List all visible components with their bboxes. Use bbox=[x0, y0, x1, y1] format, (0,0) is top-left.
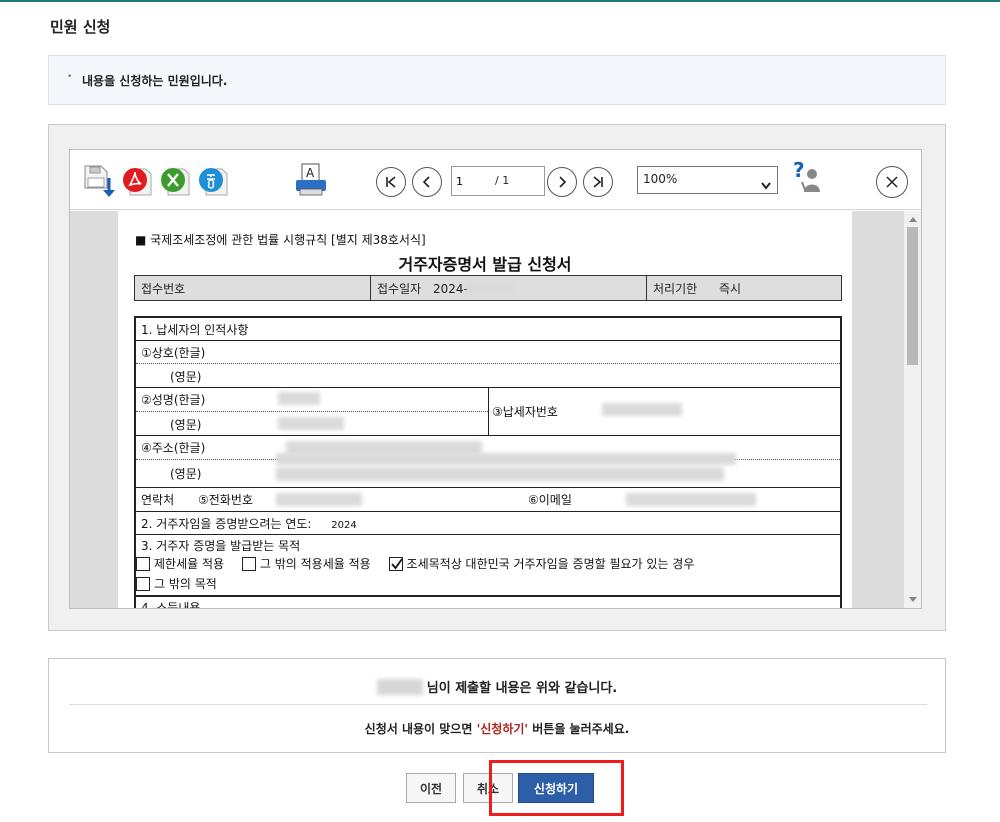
save-download-icon[interactable] bbox=[82, 164, 116, 204]
redacted-text bbox=[278, 392, 320, 405]
help-question-mark: ? bbox=[793, 158, 805, 182]
summary-confirm-line: 님이 제출할 내용은 위와 같습니다. bbox=[49, 677, 945, 696]
section-2-row: 2. 거주자임을 증명받으려는 연도: 2024 bbox=[136, 512, 840, 535]
excel-export-icon[interactable] bbox=[160, 165, 190, 201]
contact-row: 연락처 ⑤전화번호 ⑥이메일 bbox=[136, 488, 840, 512]
notice-bullet: • bbox=[67, 72, 73, 82]
purpose-label-reduced-rate: 제한세율 적용 bbox=[154, 557, 225, 571]
submission-summary: 님이 제출할 내용은 위와 같습니다. 신청서 내용이 맞으면 '신청하기' 버… bbox=[48, 658, 946, 753]
page-number-box: / 1 bbox=[451, 166, 545, 196]
summary-confirm-text: 님이 제출할 내용은 위와 같습니다. bbox=[426, 681, 618, 696]
taxpayer-number-label: ③납세자번호 bbox=[492, 405, 558, 419]
prev-page-icon[interactable] bbox=[412, 167, 442, 197]
receipt-header-row: 접수번호 접수일자 2024- 처리기한 즉시 bbox=[134, 275, 842, 301]
scroll-down-arrow-icon[interactable] bbox=[909, 597, 917, 602]
document-scrollbar[interactable] bbox=[904, 211, 921, 608]
processing-period-label: 처리기한 bbox=[653, 282, 698, 296]
close-icon[interactable] bbox=[876, 166, 908, 198]
chevron-down-icon bbox=[761, 175, 771, 194]
previous-button[interactable]: 이전 bbox=[406, 773, 456, 803]
receipt-number-label: 접수번호 bbox=[135, 276, 371, 300]
page-title: 민원 신청 bbox=[50, 18, 111, 36]
pdf-export-icon[interactable] bbox=[122, 165, 152, 201]
processing-period-cell: 처리기한 즉시 bbox=[647, 276, 841, 300]
purpose-other-row: 그 밖의 목적 bbox=[136, 575, 217, 592]
company-english-label: (영문) bbox=[136, 364, 840, 388]
first-page-icon[interactable] bbox=[376, 167, 406, 197]
scroll-thumb[interactable] bbox=[907, 227, 918, 365]
form-law-reference: ■ 국제조세조정에 관한 법률 시행규칙 [별지 제38호서식] bbox=[135, 233, 426, 247]
document-viewer: A / 1 bbox=[69, 149, 922, 609]
receipt-date-label: 접수일자 bbox=[377, 282, 422, 296]
redacted-applicant-name bbox=[376, 679, 423, 695]
name-row: ②성명(한글) (영문) ③납세자번호 bbox=[136, 388, 840, 436]
last-page-icon[interactable] bbox=[583, 167, 613, 197]
purpose-checkbox-reduced-rate[interactable] bbox=[136, 557, 150, 571]
zoom-select[interactable]: 100% bbox=[637, 166, 778, 194]
document-viewer-frame: A / 1 bbox=[48, 124, 946, 631]
target-year: 2024 bbox=[331, 520, 357, 531]
summary-divider bbox=[69, 704, 927, 705]
zoom-value: 100% bbox=[643, 172, 678, 186]
processing-period-value: 즉시 bbox=[719, 282, 742, 296]
purpose-checkbox-other-rate[interactable] bbox=[241, 557, 256, 571]
svg-text:A: A bbox=[306, 166, 315, 180]
purpose-label-other: 그 밖의 목적 bbox=[154, 577, 217, 591]
notice-box: • 내용을 신청하는 민원입니다. bbox=[48, 55, 946, 105]
purpose-checkbox-tax-residency[interactable] bbox=[388, 557, 403, 571]
section-1-heading: 1. 납세자의 인적사항 bbox=[136, 318, 840, 341]
redacted-text bbox=[602, 403, 682, 416]
redacted-text bbox=[276, 467, 724, 481]
name-row-divider bbox=[488, 388, 489, 436]
viewer-toolbar: A / 1 bbox=[70, 150, 921, 210]
section-3-heading: 3. 거주자 증명을 발급받는 목적 bbox=[141, 539, 301, 553]
receipt-date-cell: 접수일자 2024- bbox=[371, 276, 647, 300]
highlight-box bbox=[489, 760, 624, 816]
purpose-label-tax-residency: 조세목적상 대한민국 거주자임을 증명할 필요가 있는 경우 bbox=[406, 557, 695, 571]
applicant-info-table: 1. 납세자의 인적사항 ①상호(한글) (영문) ②성명(한글) (영문) ③… bbox=[134, 316, 842, 608]
print-icon[interactable]: A bbox=[292, 162, 330, 202]
purpose-label-other-rate: 그 밖의 적용세율 적용 bbox=[259, 557, 371, 571]
purpose-options-row: 제한세율 적용 그 밖의 적용세율 적용 조세목적상 대한민국 거주자임을 증명… bbox=[136, 555, 694, 572]
redacted-text bbox=[276, 493, 362, 506]
page-total: / 1 bbox=[495, 174, 510, 187]
instruction-highlight: '신청하기' bbox=[476, 722, 529, 736]
section-4-heading: 4. 소득내용 bbox=[136, 595, 840, 608]
document-area[interactable]: ■ 국제조세조정에 관한 법률 시행규칙 [별지 제38호서식] 거주자증명서 … bbox=[70, 211, 921, 608]
instruction-suffix: 버튼을 눌러주세요. bbox=[528, 722, 630, 736]
redacted-text bbox=[467, 282, 513, 295]
redacted-text bbox=[626, 493, 756, 506]
top-accent-line bbox=[0, 0, 1000, 2]
notice-text: 내용을 신청하는 민원입니다. bbox=[82, 74, 228, 88]
document-page: ■ 국제조세조정에 관한 법률 시행규칙 [별지 제38호서식] 거주자증명서 … bbox=[118, 211, 852, 608]
contact-label: 연락처 bbox=[141, 493, 175, 507]
scroll-up-arrow-icon[interactable] bbox=[909, 217, 917, 222]
email-label: ⑥이메일 bbox=[528, 493, 572, 507]
section-3-block: 3. 거주자 증명을 발급받는 목적 제한세율 적용 그 밖의 적용세율 적용 … bbox=[136, 535, 840, 595]
summary-instruction: 신청서 내용이 맞으면 '신청하기' 버튼을 눌러주세요. bbox=[49, 720, 945, 737]
section-2-heading: 2. 거주자임을 증명받으려는 연도: bbox=[141, 517, 312, 531]
purpose-checkbox-other[interactable] bbox=[136, 577, 150, 591]
receipt-date-value: 2024- bbox=[433, 282, 468, 296]
help-icon[interactable]: ? bbox=[790, 158, 826, 200]
next-page-icon[interactable] bbox=[547, 167, 577, 197]
form-title: 거주자증명서 발급 신청서 bbox=[398, 255, 572, 274]
phone-label: ⑤전화번호 bbox=[198, 493, 253, 507]
instruction-prefix: 신청서 내용이 맞으면 bbox=[364, 722, 477, 736]
company-korean-label: ①상호(한글) bbox=[136, 341, 840, 364]
hwp-export-icon[interactable] bbox=[198, 165, 228, 201]
redacted-text bbox=[276, 453, 736, 465]
page-number-input[interactable] bbox=[452, 167, 494, 195]
redacted-text bbox=[278, 417, 344, 430]
